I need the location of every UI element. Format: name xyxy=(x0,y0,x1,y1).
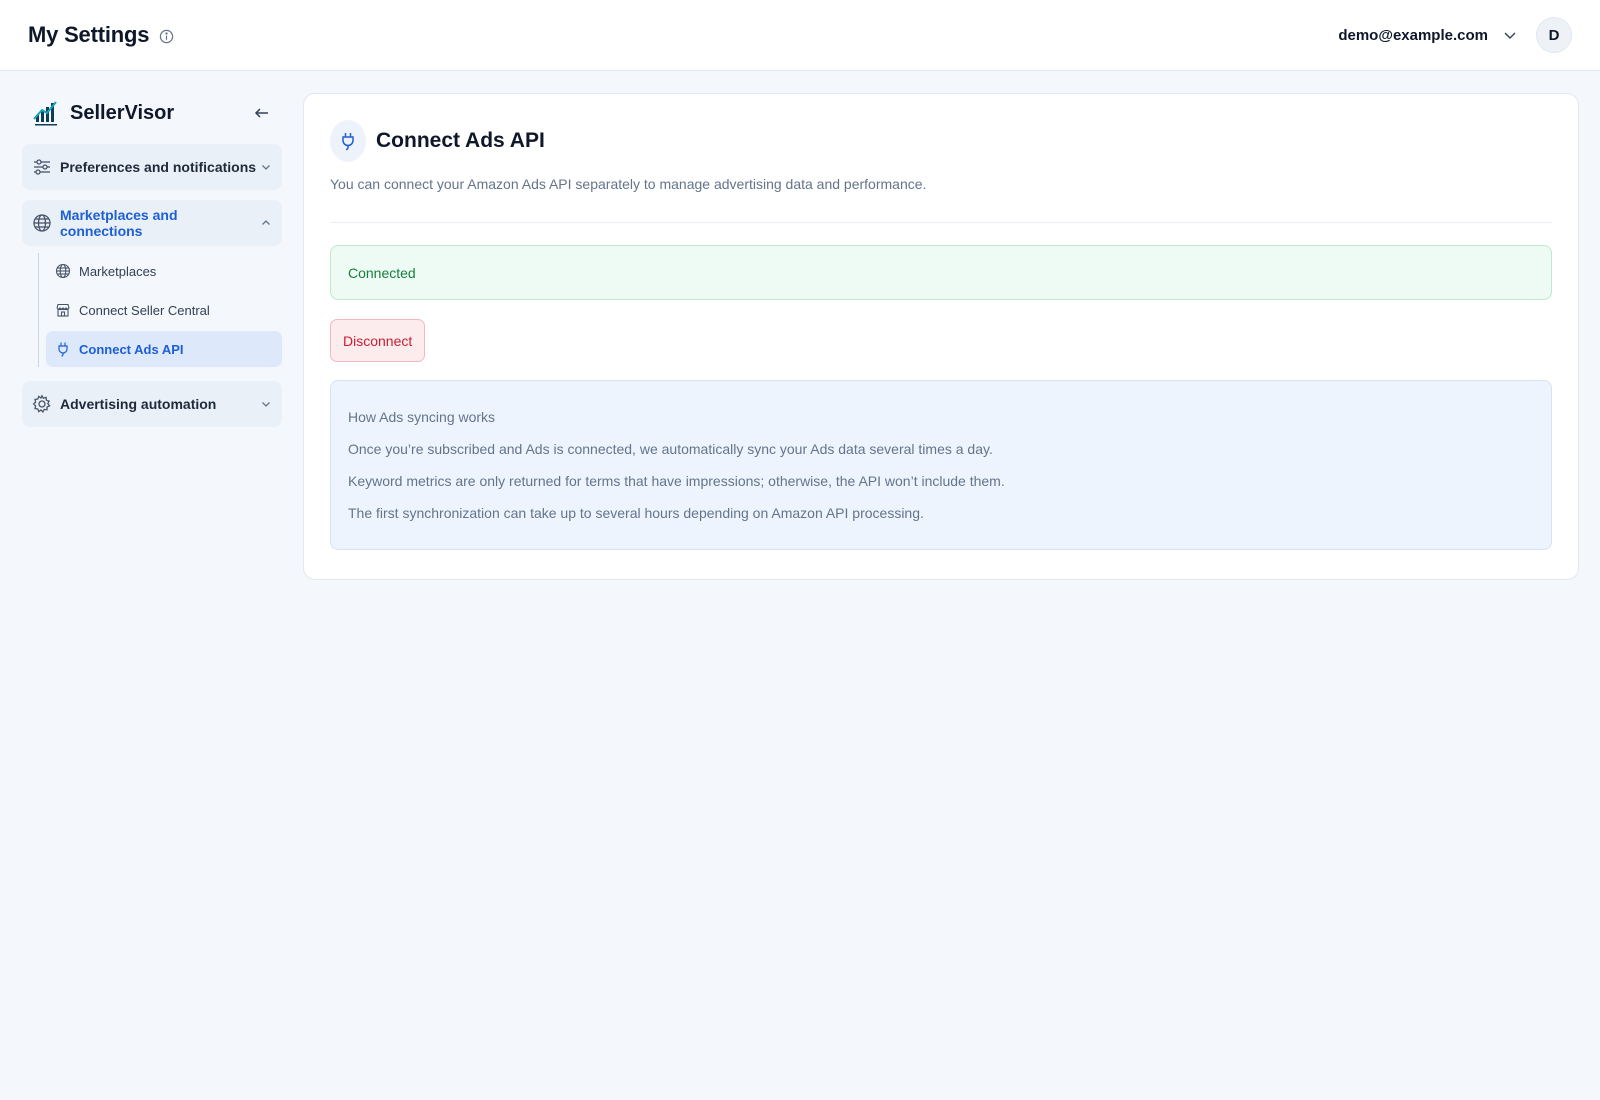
sidebar-item-connect-ads-api[interactable]: Connect Ads API xyxy=(46,331,282,367)
plug-icon xyxy=(330,120,366,162)
globe-icon xyxy=(32,213,52,233)
user-email[interactable]: demo@example.com xyxy=(1338,27,1488,44)
sidebar: SellerVisor Preferences and notification… xyxy=(22,92,282,427)
gear-icon xyxy=(32,394,52,414)
sidebar-item-label: Connect Ads API xyxy=(79,341,184,357)
top-bar: My Settings demo@example.com D xyxy=(0,0,1600,71)
sidebar-item-label: Marketplaces xyxy=(79,263,157,279)
nav-group-preferences[interactable]: Preferences and notifications xyxy=(22,144,282,190)
chevron-up-icon xyxy=(260,217,272,229)
card-header: Connect Ads API xyxy=(330,120,1552,162)
page-title: My Settings xyxy=(28,22,150,47)
info-line: The first synchronization can take up to… xyxy=(348,505,924,521)
brand-logo-icon xyxy=(32,99,62,127)
status-connected-banner: Connected xyxy=(330,245,1552,300)
brand-name: SellerVisor xyxy=(70,101,175,124)
store-icon xyxy=(55,302,71,318)
nav-group-label: Preferences and notifications xyxy=(60,159,257,175)
chevron-down-icon xyxy=(260,161,272,173)
subnav-marketplaces: Marketplaces Connect Seller Central Conn… xyxy=(38,253,282,367)
page-title-group: My Settings xyxy=(28,22,174,48)
arrow-left-icon[interactable] xyxy=(252,103,272,123)
nav-group-advertising-automation[interactable]: Advertising automation xyxy=(22,381,282,427)
card-description: You can connect your Amazon Ads API sepa… xyxy=(330,176,927,192)
info-icon[interactable] xyxy=(159,29,174,44)
chevron-down-icon xyxy=(260,398,272,410)
sliders-icon xyxy=(32,157,52,177)
disconnect-button[interactable]: Disconnect xyxy=(330,319,426,362)
sidebar-item-label: Connect Seller Central xyxy=(79,302,210,318)
user-menu[interactable]: demo@example.com D xyxy=(1338,17,1572,53)
brand-bar: SellerVisor xyxy=(22,92,282,134)
nav-group-preferences-header: Preferences and notifications xyxy=(32,157,256,177)
avatar[interactable]: D xyxy=(1536,17,1572,53)
info-line: Keyword metrics are only returned for te… xyxy=(348,473,1005,489)
brand[interactable]: SellerVisor xyxy=(32,99,174,127)
plug-icon xyxy=(55,341,71,357)
nav-group-marketplaces[interactable]: Marketplaces and connections xyxy=(22,200,282,246)
chevron-down-icon[interactable] xyxy=(1502,27,1518,43)
ads-sync-info-box: How Ads syncing works Once you’re subscr… xyxy=(330,380,1552,550)
nav-group-marketplaces-header: Marketplaces and connections xyxy=(32,207,260,239)
info-line: Once you’re subscribed and Ads is connec… xyxy=(348,441,993,457)
nav-group-label: Advertising automation xyxy=(60,396,217,412)
connect-ads-card: Connect Ads API You can connect your Ama… xyxy=(303,93,1579,580)
info-heading: How Ads syncing works xyxy=(348,409,496,425)
globe-icon xyxy=(55,263,71,279)
sidebar-item-marketplaces[interactable]: Marketplaces xyxy=(46,253,282,289)
nav-group-label: Marketplaces and connections xyxy=(60,207,178,239)
card-title: Connect Ads API xyxy=(376,129,545,152)
sidebar-item-connect-seller-central[interactable]: Connect Seller Central xyxy=(46,292,282,328)
nav-group-advertising-header: Advertising automation xyxy=(32,394,216,414)
divider xyxy=(330,222,1552,223)
